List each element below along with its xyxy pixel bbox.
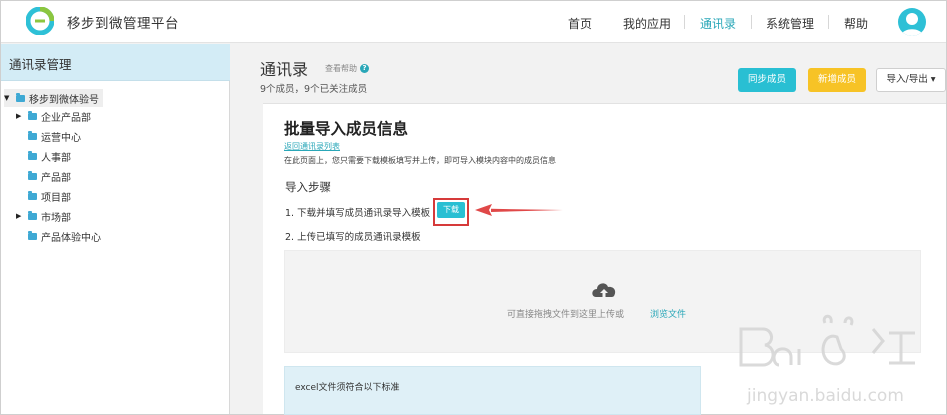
sidebar: 通讯录管理 ▼ 移步到微体验号 ▶ 企业产品部 运营中心 人事部 产品部 项目部 xyxy=(1,44,230,414)
tree-item-label: 移步到微体验号 xyxy=(29,94,99,106)
tree-item-label: 产品部 xyxy=(41,172,71,184)
nav-divider xyxy=(751,15,752,29)
tree-item-label: 人事部 xyxy=(41,152,71,164)
app-title: 移步到微管理平台 xyxy=(67,16,179,32)
sidebar-header: 通讯录管理 xyxy=(1,44,230,81)
browse-files-link[interactable]: 浏览文件 xyxy=(650,307,686,320)
app-logo-icon[interactable] xyxy=(26,7,54,35)
caret-right-icon[interactable]: ▶ xyxy=(16,212,24,220)
tree-item-label: 运营中心 xyxy=(41,132,81,144)
sidebar-title: 通讯录管理 xyxy=(9,57,72,72)
folder-icon xyxy=(28,230,37,240)
tree-item-operations[interactable]: 运营中心 xyxy=(28,127,81,145)
tree-item-enterprise-product[interactable]: ▶ 企业产品部 xyxy=(16,107,91,125)
tree-item-root[interactable]: ▼ 移步到微体验号 xyxy=(4,89,103,107)
folder-icon xyxy=(28,170,37,180)
nav-home[interactable]: 首页 xyxy=(568,15,592,32)
tree-item-label: 企业产品部 xyxy=(41,112,91,124)
tree-item-product[interactable]: 产品部 xyxy=(28,167,71,185)
tree-item-label: 市场部 xyxy=(41,212,71,224)
notice-text: excel文件须符合以下标准 xyxy=(295,383,400,393)
tree-item-label: 产品体验中心 xyxy=(41,232,101,244)
caret-right-icon[interactable]: ▶ xyxy=(16,112,24,120)
top-navbar: 移步到微管理平台 首页 我的应用 通讯录 系统管理 帮助 xyxy=(1,1,946,43)
add-member-button[interactable]: 新增成员 xyxy=(808,68,866,92)
svg-text:jingyan.baidu.com: jingyan.baidu.com xyxy=(746,386,904,406)
tree-item-product-experience[interactable]: 产品体验中心 xyxy=(28,227,101,245)
page-title: 通讯录 xyxy=(260,60,309,79)
main-header: 通讯录 查看帮助 ? 9个成员，9个已关注成员 同步成员 新增成员 导入/导出 … xyxy=(231,44,946,101)
nav-divider xyxy=(828,15,829,29)
cloud-upload-icon xyxy=(592,283,616,301)
help-icon[interactable]: ? xyxy=(360,64,369,73)
nav-my-apps[interactable]: 我的应用 xyxy=(623,15,671,32)
help-link-label[interactable]: 查看帮助 xyxy=(325,63,357,74)
caret-down-icon[interactable]: ▼ xyxy=(4,94,12,102)
tree-item-label: 项目部 xyxy=(41,192,71,204)
import-export-dropdown[interactable]: 导入/导出 ▾ xyxy=(876,68,946,92)
step-1-text: 1. 下载并填写成员通讯录导入模板 xyxy=(285,208,431,219)
folder-icon xyxy=(28,210,37,220)
nav-system-settings[interactable]: 系统管理 xyxy=(766,15,814,32)
folder-icon xyxy=(28,190,37,200)
tree-item-marketing[interactable]: ▶ 市场部 xyxy=(16,207,71,225)
step-2-text: 2. 上传已填写的成员通讯录模板 xyxy=(285,232,421,243)
excel-requirements-notice: excel文件须符合以下标准 xyxy=(284,366,701,415)
folder-icon xyxy=(28,150,37,160)
drop-hint-text: 可直接拖拽文件到这里上传或 xyxy=(507,310,625,320)
sync-members-button[interactable]: 同步成员 xyxy=(738,68,796,92)
tree-item-hr[interactable]: 人事部 xyxy=(28,147,71,165)
folder-icon xyxy=(28,110,37,120)
nav-contacts[interactable]: 通讯录 xyxy=(700,15,736,32)
nav-help[interactable]: 帮助 xyxy=(844,15,868,32)
tree-item-project[interactable]: 项目部 xyxy=(28,187,71,205)
nav-divider xyxy=(684,15,685,29)
import-title: 批量导入成员信息 xyxy=(284,120,409,138)
steps-title: 导入步骤 xyxy=(285,180,331,194)
member-count: 9个成员，9个已关注成员 xyxy=(260,84,368,95)
avatar-icon[interactable] xyxy=(898,8,926,36)
folder-icon xyxy=(28,130,37,140)
import-description: 在此页面上，您只需要下载模板填写并上传，即可导入模块内容中的成员信息 xyxy=(284,156,556,165)
help-link[interactable]: 查看帮助 ? xyxy=(325,63,369,74)
baidu-jingyan-watermark: jingyan.baidu.com xyxy=(739,314,915,406)
red-arrow-icon xyxy=(475,204,563,216)
folder-icon xyxy=(16,92,25,102)
app-window: 移步到微管理平台 首页 我的应用 通讯录 系统管理 帮助 通讯录管理 ▼ 移步到… xyxy=(0,0,947,415)
back-to-contacts-link[interactable]: 返回通讯录列表 xyxy=(284,141,340,152)
download-template-button[interactable]: 下载 xyxy=(437,202,465,218)
